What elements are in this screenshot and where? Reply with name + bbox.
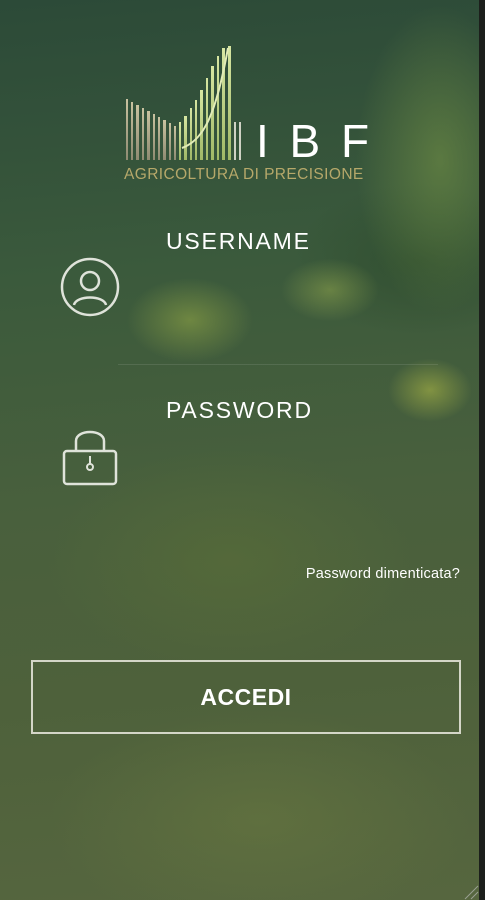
brand-letters: I B F <box>256 115 374 167</box>
window-edge <box>479 0 485 900</box>
field-divider <box>118 364 438 365</box>
password-input[interactable] <box>140 436 469 478</box>
user-circle-icon <box>60 257 120 317</box>
username-label: USERNAME <box>166 228 311 254</box>
password-label: PASSWORD <box>166 397 313 423</box>
brand-logo: I B F AGRICOLTURA DI PRECISIONE <box>124 44 374 186</box>
padlock-icon <box>62 430 118 486</box>
resize-grip-icon[interactable] <box>461 882 479 900</box>
brand-tagline: AGRICOLTURA DI PRECISIONE <box>124 166 364 183</box>
username-input[interactable] <box>140 266 469 308</box>
forgot-password-link[interactable]: Password dimenticata? <box>306 566 460 582</box>
login-button[interactable]: ACCEDI <box>31 660 461 734</box>
login-screen: I B F AGRICOLTURA DI PRECISIONE USERNAME… <box>0 0 485 900</box>
